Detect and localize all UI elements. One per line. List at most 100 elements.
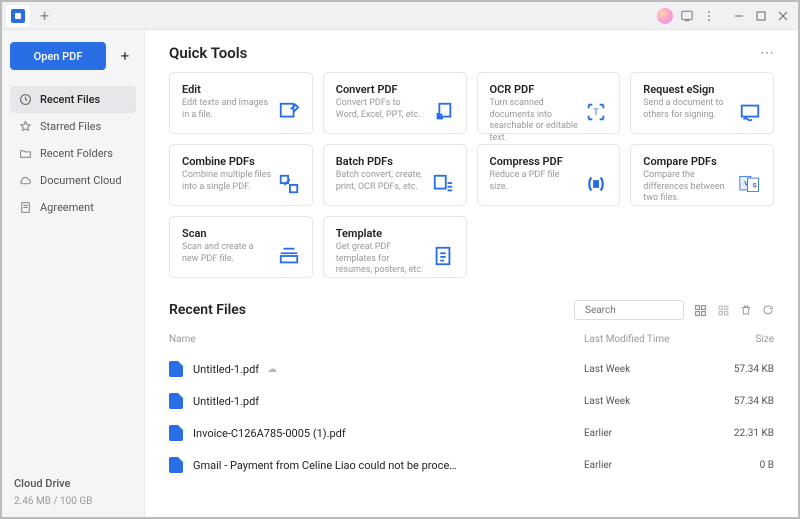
tool-title: Request eSign — [643, 83, 733, 96]
grid-view-icon[interactable] — [694, 304, 707, 317]
sidebar-item-label: Recent Folders — [40, 147, 113, 160]
sidebar-item-star[interactable]: Starred Files — [10, 113, 136, 140]
column-size: Size — [714, 334, 774, 345]
quick-tools-title: Quick Tools — [169, 44, 247, 62]
maximize-button[interactable] — [750, 5, 772, 27]
app-tab[interactable] — [6, 5, 30, 27]
sidebar-item-label: Document Cloud — [40, 174, 122, 187]
tool-title: Combine PDFs — [182, 155, 272, 168]
file-row[interactable]: Gmail - Payment from Celine Liao could n… — [169, 449, 774, 481]
tool-scan[interactable]: Scan Scan and create a new PDF file. — [169, 216, 313, 278]
tool-icon: VS — [739, 173, 761, 195]
pdf-icon — [169, 457, 183, 473]
sidebar: Open PDF + Recent Files Starred Files Rece… — [2, 30, 145, 517]
file-size: 22.31 KB — [714, 428, 774, 439]
tool-title: Batch PDFs — [336, 155, 426, 168]
file-time: Last Week — [584, 396, 714, 407]
file-size: 57.34 KB — [714, 364, 774, 375]
file-size: 57.34 KB — [714, 396, 774, 407]
file-name: Untitled-1.pdf — [193, 395, 259, 408]
refresh-icon[interactable] — [762, 304, 774, 316]
tool-edit[interactable]: Edit Edit texts and images in a file. — [169, 72, 313, 134]
feedback-icon[interactable] — [676, 5, 698, 27]
tool-desc: Get great PDF templates for resumes, pos… — [336, 242, 426, 277]
tool-icon — [739, 101, 761, 123]
folder-icon — [18, 147, 32, 160]
sidebar-item-label: Starred Files — [40, 120, 101, 133]
agreement-icon — [18, 201, 32, 214]
svg-text:T: T — [594, 108, 600, 118]
open-pdf-button[interactable]: Open PDF — [10, 42, 106, 70]
new-tab-button[interactable]: + — [40, 6, 49, 25]
svg-text:S: S — [753, 181, 757, 189]
sidebar-item-agreement[interactable]: Agreement — [10, 194, 136, 221]
recent-files-title: Recent Files — [169, 302, 246, 318]
tool-icon — [278, 101, 300, 123]
main-panel: Quick Tools ⋯ Edit Edit texts and images … — [145, 30, 798, 517]
tool-title: Template — [336, 227, 426, 240]
tool-compress-pdf[interactable]: Compress PDFReduce a PDF file size. — [477, 144, 621, 206]
tool-ocr-pdf[interactable]: OCR PDFTurn scanned documents into searc… — [477, 72, 621, 134]
tool-desc: Send a document to others for signing. — [643, 98, 733, 121]
tool-convert-pdf[interactable]: Convert PDFConvert PDFs to Word, Excel, … — [323, 72, 467, 134]
tool-title: Edit — [182, 83, 272, 96]
tool-desc: Turn scanned documents into searchable o… — [490, 98, 580, 145]
file-time: Last Week — [584, 364, 714, 375]
file-name: Invoice-C126A785-0005 (1).pdf — [193, 427, 346, 440]
sidebar-item-label: Agreement — [40, 201, 94, 214]
sidebar-item-folder[interactable]: Recent Folders — [10, 140, 136, 167]
tool-combine-pdfs[interactable]: Combine PDFs Combine multiple files into … — [169, 144, 313, 206]
sidebar-item-label: Recent Files — [40, 93, 100, 106]
file-time: Earlier — [584, 428, 714, 439]
pdf-icon — [169, 361, 183, 377]
minimize-button[interactable] — [728, 5, 750, 27]
column-name: Name — [169, 334, 584, 345]
column-time: Last Modified Time — [584, 334, 714, 345]
svg-text:V: V — [744, 180, 749, 188]
delete-icon[interactable] — [740, 304, 752, 316]
file-row[interactable]: Untitled-1.pdf Last Week57.34 KB — [169, 385, 774, 417]
search-input[interactable] — [574, 300, 684, 320]
tool-desc: Batch convert, create, print, OCR PDFs, … — [336, 170, 426, 193]
sidebar-item-recent[interactable]: Recent Files — [10, 86, 136, 113]
list-view-icon[interactable] — [717, 304, 730, 317]
storage-text: 2.46 MB / 100 GB — [14, 496, 132, 507]
tool-desc: Edit texts and images in a file. — [182, 98, 272, 121]
cloud-icon — [18, 174, 32, 187]
tool-icon — [278, 173, 300, 195]
cloud-drive-label: Cloud Drive — [14, 477, 132, 490]
pdf-icon — [169, 425, 183, 441]
tool-batch-pdfs[interactable]: Batch PDFs Batch convert, create, print, … — [323, 144, 467, 206]
file-name: Gmail - Payment from Celine Liao could n… — [193, 459, 457, 472]
tool-desc: Combine multiple files into a single PDF… — [182, 170, 272, 193]
tool-icon — [432, 173, 454, 195]
tool-icon — [432, 101, 454, 123]
file-row[interactable]: Invoice-C126A785-0005 (1).pdf Earlier22.3… — [169, 417, 774, 449]
file-row[interactable]: Untitled-1.pdf ☁ Last Week57.34 KB — [169, 353, 774, 385]
tool-desc: Compare the differences between two file… — [643, 170, 733, 205]
file-name: Untitled-1.pdf — [193, 363, 259, 376]
tool-icon — [278, 245, 300, 267]
tool-title: Scan — [182, 227, 272, 240]
tool-icon: T — [585, 101, 607, 123]
titlebar: + — [2, 2, 798, 30]
recent-icon — [18, 93, 32, 106]
cloud-icon: ☁ — [267, 364, 277, 375]
tool-title: Compress PDF — [490, 155, 580, 168]
pdf-icon — [169, 393, 183, 409]
tool-title: OCR PDF — [490, 83, 580, 96]
tool-template[interactable]: Template Get great PDF templates for resu… — [323, 216, 467, 278]
tool-request-esign[interactable]: Request eSign Send a document to others f… — [630, 72, 774, 134]
sidebar-item-cloud[interactable]: Document Cloud — [10, 167, 136, 194]
tool-title: Convert PDF — [336, 83, 426, 96]
file-time: Earlier — [584, 460, 714, 471]
tool-desc: Scan and create a new PDF file. — [182, 242, 272, 265]
profile-orb-icon[interactable] — [654, 5, 676, 27]
tool-icon — [432, 245, 454, 267]
more-icon[interactable] — [698, 5, 720, 27]
close-button[interactable] — [772, 5, 794, 27]
add-button[interactable]: + — [114, 45, 136, 67]
tool-compare-pdfs[interactable]: Compare PDFs Compare the differences betw… — [630, 144, 774, 206]
more-icon[interactable]: ⋯ — [760, 45, 774, 61]
tool-title: Compare PDFs — [643, 155, 733, 168]
